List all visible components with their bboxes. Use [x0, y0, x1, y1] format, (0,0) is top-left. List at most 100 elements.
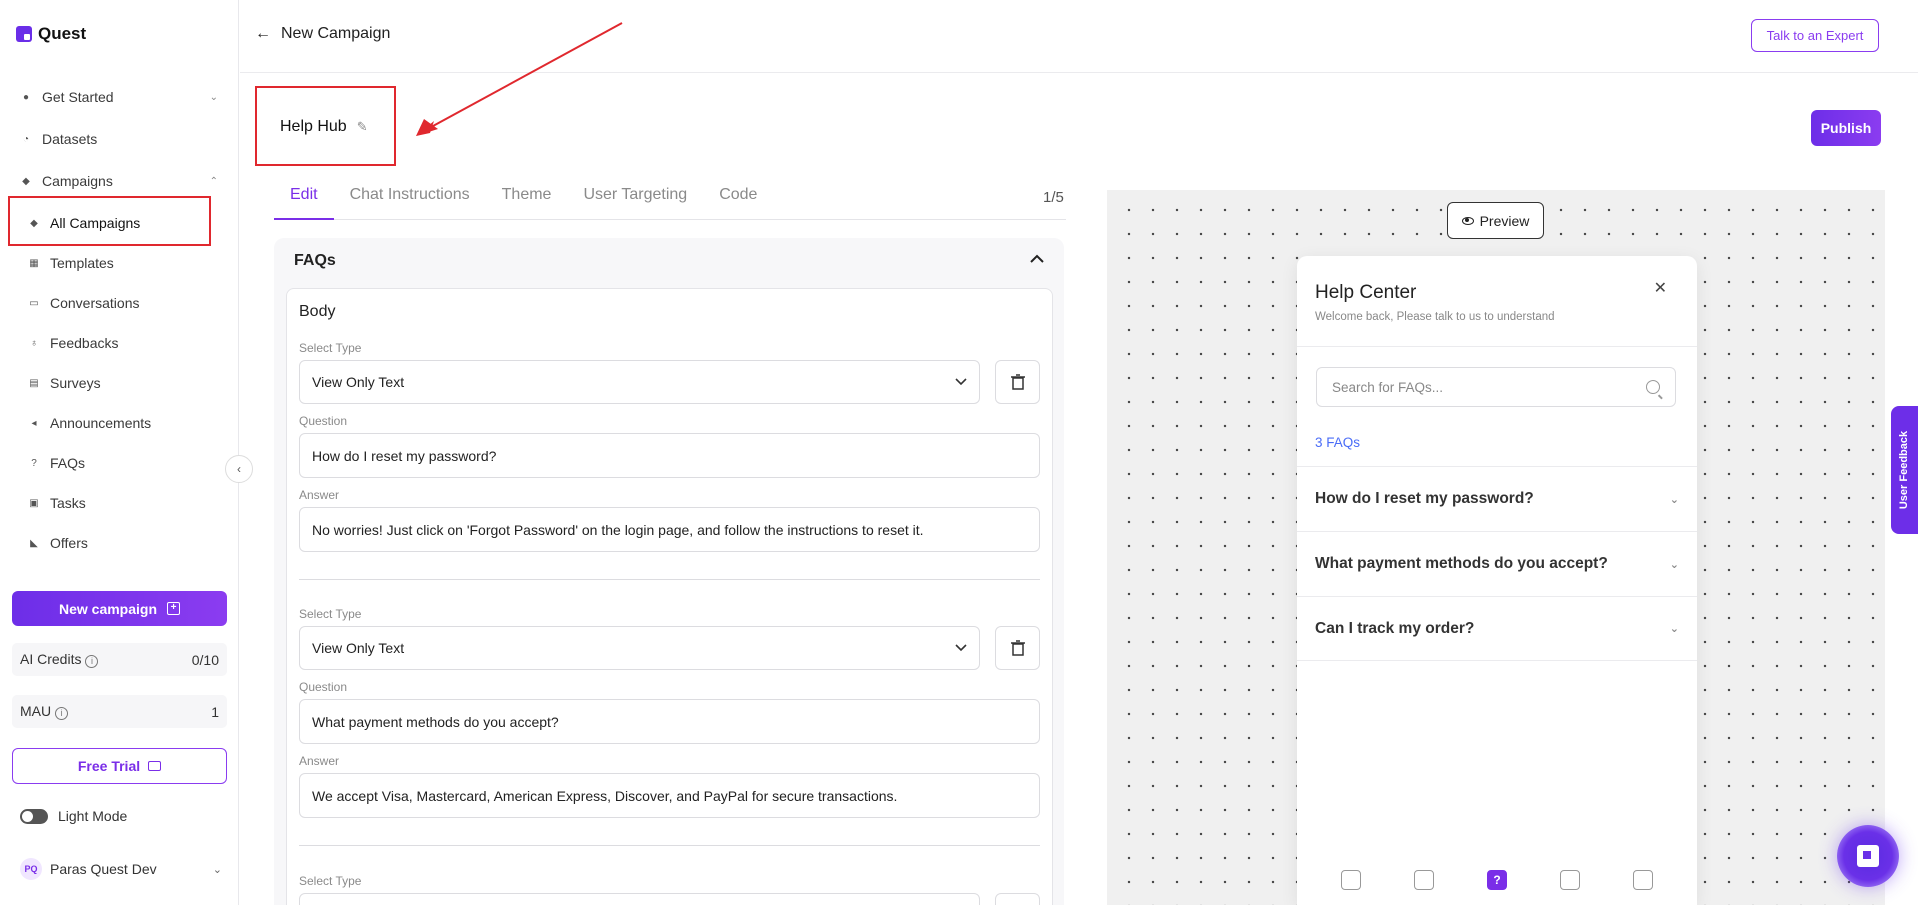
delete-button[interactable]	[995, 626, 1040, 670]
sidebar-item-label: FAQs	[50, 455, 86, 471]
updates-icon[interactable]	[1559, 870, 1580, 890]
chevron-up-icon[interactable]	[1030, 250, 1044, 268]
preview-button[interactable]: Preview	[1447, 202, 1544, 239]
sidebar-item-offers[interactable]: ◣ Offers	[28, 531, 208, 555]
chat-icon[interactable]	[1414, 870, 1435, 890]
tasks-icon[interactable]	[1632, 870, 1653, 890]
select-type-label: Select Type	[299, 607, 362, 621]
quest-logo-icon	[16, 26, 32, 42]
sidebar: Quest ● Get Started ⌄ ◔ Datasets ◆ Campa…	[0, 0, 239, 905]
close-icon[interactable]: ✕	[1654, 278, 1667, 298]
faq-item[interactable]: How do I reset my password? ⌄	[1297, 466, 1697, 531]
sidebar-item-templates[interactable]: ▦ Templates	[28, 251, 208, 275]
tab-chat-instructions[interactable]: Chat Instructions	[334, 186, 486, 220]
pencil-icon[interactable]: ✎	[357, 119, 368, 135]
sidebar-item-faqs[interactable]: ? FAQs	[28, 451, 208, 475]
body-title: Body	[299, 303, 336, 320]
faq-search-input[interactable]: Search for FAQs...	[1316, 367, 1676, 407]
sidebar-item-label: Datasets	[42, 131, 98, 147]
back-button[interactable]: ← New Campaign	[255, 25, 390, 43]
sidebar-item-datasets[interactable]: ◔ Datasets	[20, 127, 218, 151]
faq-section-title: FAQs	[294, 252, 336, 269]
search-placeholder: Search for FAQs...	[1332, 379, 1444, 395]
tab-theme[interactable]: Theme	[486, 186, 568, 220]
home-icon[interactable]	[1341, 870, 1362, 890]
info-icon[interactable]: i	[55, 707, 69, 720]
answer-label: Answer	[299, 754, 340, 768]
select-type-value: View Only Text	[312, 640, 405, 656]
sidebar-item-label: Announcements	[50, 415, 152, 431]
question-input[interactable]: How do I reset my password?	[299, 433, 1040, 478]
faq-item[interactable]: Can I track my order? ⌄	[1297, 596, 1697, 661]
question-label: Question	[299, 680, 348, 694]
chevron-up-icon: ⌃	[209, 175, 218, 187]
sidebar-item-feedbacks[interactable]: ♁ Feedbacks	[28, 331, 208, 355]
sidebar-item-label: Offers	[50, 535, 88, 551]
faq-question: Can I track my order?	[1315, 619, 1475, 637]
divider	[299, 845, 1040, 846]
sidebar-item-all-campaigns[interactable]: ◆ All Campaigns	[28, 211, 208, 235]
sidebar-item-surveys[interactable]: ▤ Surveys	[28, 371, 208, 395]
grid-icon: ▦	[29, 257, 39, 269]
step-count: 1/5	[1043, 189, 1064, 206]
sidebar-item-tasks[interactable]: ▣ Tasks	[28, 491, 208, 515]
sidebar-item-campaigns[interactable]: ◆ Campaigns ⌃	[20, 169, 218, 193]
light-mode-label: Light Mode	[58, 808, 128, 824]
question-input[interactable]: What payment methods do you accept?	[299, 699, 1040, 744]
campaign-tabs: Edit Chat Instructions Theme User Target…	[274, 186, 1066, 220]
app-logo[interactable]: Quest	[16, 24, 86, 44]
eye-icon	[1461, 216, 1474, 225]
user-menu[interactable]: PQ Paras Quest Dev ⌄	[20, 858, 222, 880]
info-icon[interactable]: i	[85, 655, 99, 668]
free-trial-button[interactable]: Free Trial	[12, 748, 227, 784]
delete-button[interactable]	[995, 360, 1040, 404]
delete-button[interactable]	[995, 893, 1040, 905]
tab-edit[interactable]: Edit	[274, 186, 334, 220]
widget-subtitle: Welcome back, Please talk to us to under…	[1315, 311, 1555, 323]
select-type-label: Select Type	[299, 874, 362, 888]
credit-card-icon	[148, 761, 162, 771]
sidebar-item-conversations[interactable]: ▭ Conversations	[28, 291, 208, 315]
publish-button[interactable]: Publish	[1811, 110, 1881, 146]
sidebar-item-get-started[interactable]: ● Get Started ⌄	[20, 85, 218, 109]
arrow-left-icon: ←	[255, 25, 271, 42]
user-feedback-tab[interactable]: User Feedback	[1891, 406, 1918, 534]
search-icon	[1646, 380, 1660, 394]
talk-to-expert-button[interactable]: Talk to an Expert	[1751, 19, 1879, 52]
sidebar-item-label: Surveys	[50, 375, 101, 391]
layers-icon: ◆	[22, 175, 30, 187]
faq-count: 3 FAQs	[1315, 435, 1361, 450]
sidebar-item-label: Conversations	[50, 295, 140, 311]
badge-icon: ♁	[30, 337, 38, 349]
select-type-dropdown[interactable]: View Only Text	[299, 626, 980, 670]
ai-credits-row: AI Credits i 0/10	[12, 643, 227, 676]
quest-logo-icon	[1857, 845, 1879, 867]
chevron-left-icon: ‹	[237, 462, 241, 476]
trash-icon	[1010, 374, 1025, 390]
light-mode-toggle[interactable]	[20, 808, 48, 824]
campaign-title[interactable]: Help Hub ✎	[280, 118, 368, 136]
mau-row: MAU i 1	[12, 695, 227, 728]
new-campaign-label: New campaign	[58, 600, 158, 617]
new-campaign-button[interactable]: New campaign +	[12, 591, 227, 626]
sidebar-collapse-button[interactable]: ‹	[225, 455, 253, 483]
chevron-down-icon	[955, 641, 967, 655]
clipboard-icon: ▣	[29, 497, 39, 509]
faq-item[interactable]: What payment methods do you accept? ⌄	[1297, 531, 1697, 596]
faq-body-card: Body Select Type View Only Text Question…	[286, 288, 1053, 905]
widget-bottom-nav: ?	[1297, 855, 1697, 905]
sidebar-item-announcements[interactable]: ◂ Announcements	[28, 411, 208, 435]
mau-value: 1	[211, 703, 219, 720]
tab-code[interactable]: Code	[703, 186, 773, 220]
help-icon[interactable]: ?	[1486, 870, 1507, 890]
divider	[299, 579, 1040, 580]
tab-user-targeting[interactable]: User Targeting	[567, 186, 703, 220]
select-type-dropdown[interactable]: View Only Text	[299, 360, 980, 404]
quest-launcher-button[interactable]	[1837, 825, 1899, 887]
question-icon: ?	[31, 457, 37, 469]
select-type-dropdown[interactable]	[299, 893, 980, 905]
answer-input[interactable]: We accept Visa, Mastercard, American Exp…	[299, 773, 1040, 818]
question-label: Question	[299, 414, 348, 428]
answer-input[interactable]: No worries! Just click on 'Forgot Passwo…	[299, 507, 1040, 552]
annotation-arrow	[416, 22, 623, 136]
